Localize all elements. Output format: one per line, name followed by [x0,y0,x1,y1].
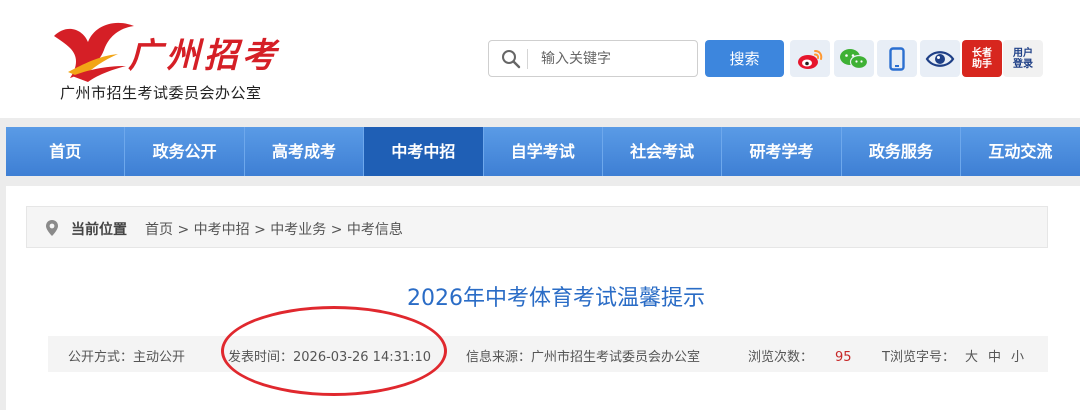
nav-item-0[interactable]: 首页 [6,127,126,176]
user-login-line2: 登录 [1013,58,1033,70]
search-button[interactable]: 搜索 [705,40,784,77]
breadcrumb-label: 当前位置 [71,222,127,238]
info-source: 信息来源：广州市招生考试委员会办公室 [466,350,701,365]
nav-item-4[interactable]: 自学考试 [484,127,603,176]
article-page: 当前位置 首页 > 中考中招 > 中考业务 > 中考信息 2026年中考体育考试… [6,186,1080,410]
font-size-label: T浏览字号： [882,350,955,365]
view-count: 浏览次数： 95 [748,346,852,365]
article-title: 2026年中考体育考试温馨提示 [407,286,705,311]
annotation-circle [221,306,447,396]
view-count-label: 浏览次数： [748,350,814,365]
breadcrumb: 当前位置 首页 > 中考中招 > 中考业务 > 中考信息 [26,206,1048,248]
site-header: 广州招考 广州市招生考试委员会办公室 搜索 [0,0,1080,118]
weibo-button[interactable] [790,40,830,77]
nav-item-8[interactable]: 互动交流 [961,127,1080,176]
article-meta-bar: 公开方式：主动公开 发表时间：2026-03-26 14:31:10 信息来源：… [48,336,1048,372]
font-size-large[interactable]: 大 [965,350,978,365]
eye-icon [925,50,955,67]
font-size-medium[interactable]: 中 [988,350,1001,365]
font-size-small[interactable]: 小 [1011,350,1024,365]
search-box[interactable] [488,40,698,77]
elder-helper-line2: 助手 [972,58,992,70]
flame-logo-icon [54,22,134,82]
main-nav: 首页 政务公开 高考成考 中考中招 自学考试 社会考试 研考学考 政务服务 互动交流 [6,127,1080,176]
elder-helper-button[interactable]: 长者 助手 [962,40,1002,77]
mobile-phone-icon [889,46,905,71]
nav-item-1[interactable]: 政务公开 [125,127,245,176]
logo-script-text: 广州招考 [128,36,280,76]
search-divider [527,49,528,69]
nav-item-7[interactable]: 政务服务 [842,127,962,176]
weibo-icon [798,49,823,69]
nav-item-2[interactable]: 高考成考 [245,127,365,176]
view-count-value: 95 [835,350,852,365]
accessibility-view-button[interactable] [920,40,960,77]
elder-helper-line1: 长者 [972,47,992,59]
publish-mode: 公开方式：主动公开 [68,350,186,365]
search-icon [502,50,521,69]
location-pin-icon [46,220,58,236]
user-login-line1: 用户 [1013,47,1033,59]
nav-item-3[interactable]: 中考中招 [364,127,484,176]
nav-item-5[interactable]: 社会考试 [603,127,723,176]
nav-item-6[interactable]: 研考学考 [722,127,842,176]
font-size-selector: T浏览字号： 大中小 [882,346,1024,365]
search-input[interactable] [541,48,691,70]
site-logo[interactable]: 广州招考 广州市招生考试委员会办公室 [48,14,288,104]
breadcrumb-path[interactable]: 首页 > 中考中招 > 中考业务 > 中考信息 [145,219,403,239]
wechat-button[interactable] [834,40,874,77]
mobile-button[interactable] [877,40,917,77]
org-name: 广州市招生考试委员会办公室 [60,84,262,102]
wechat-icon [840,48,869,69]
user-login-button[interactable]: 用户 登录 [1003,40,1043,77]
